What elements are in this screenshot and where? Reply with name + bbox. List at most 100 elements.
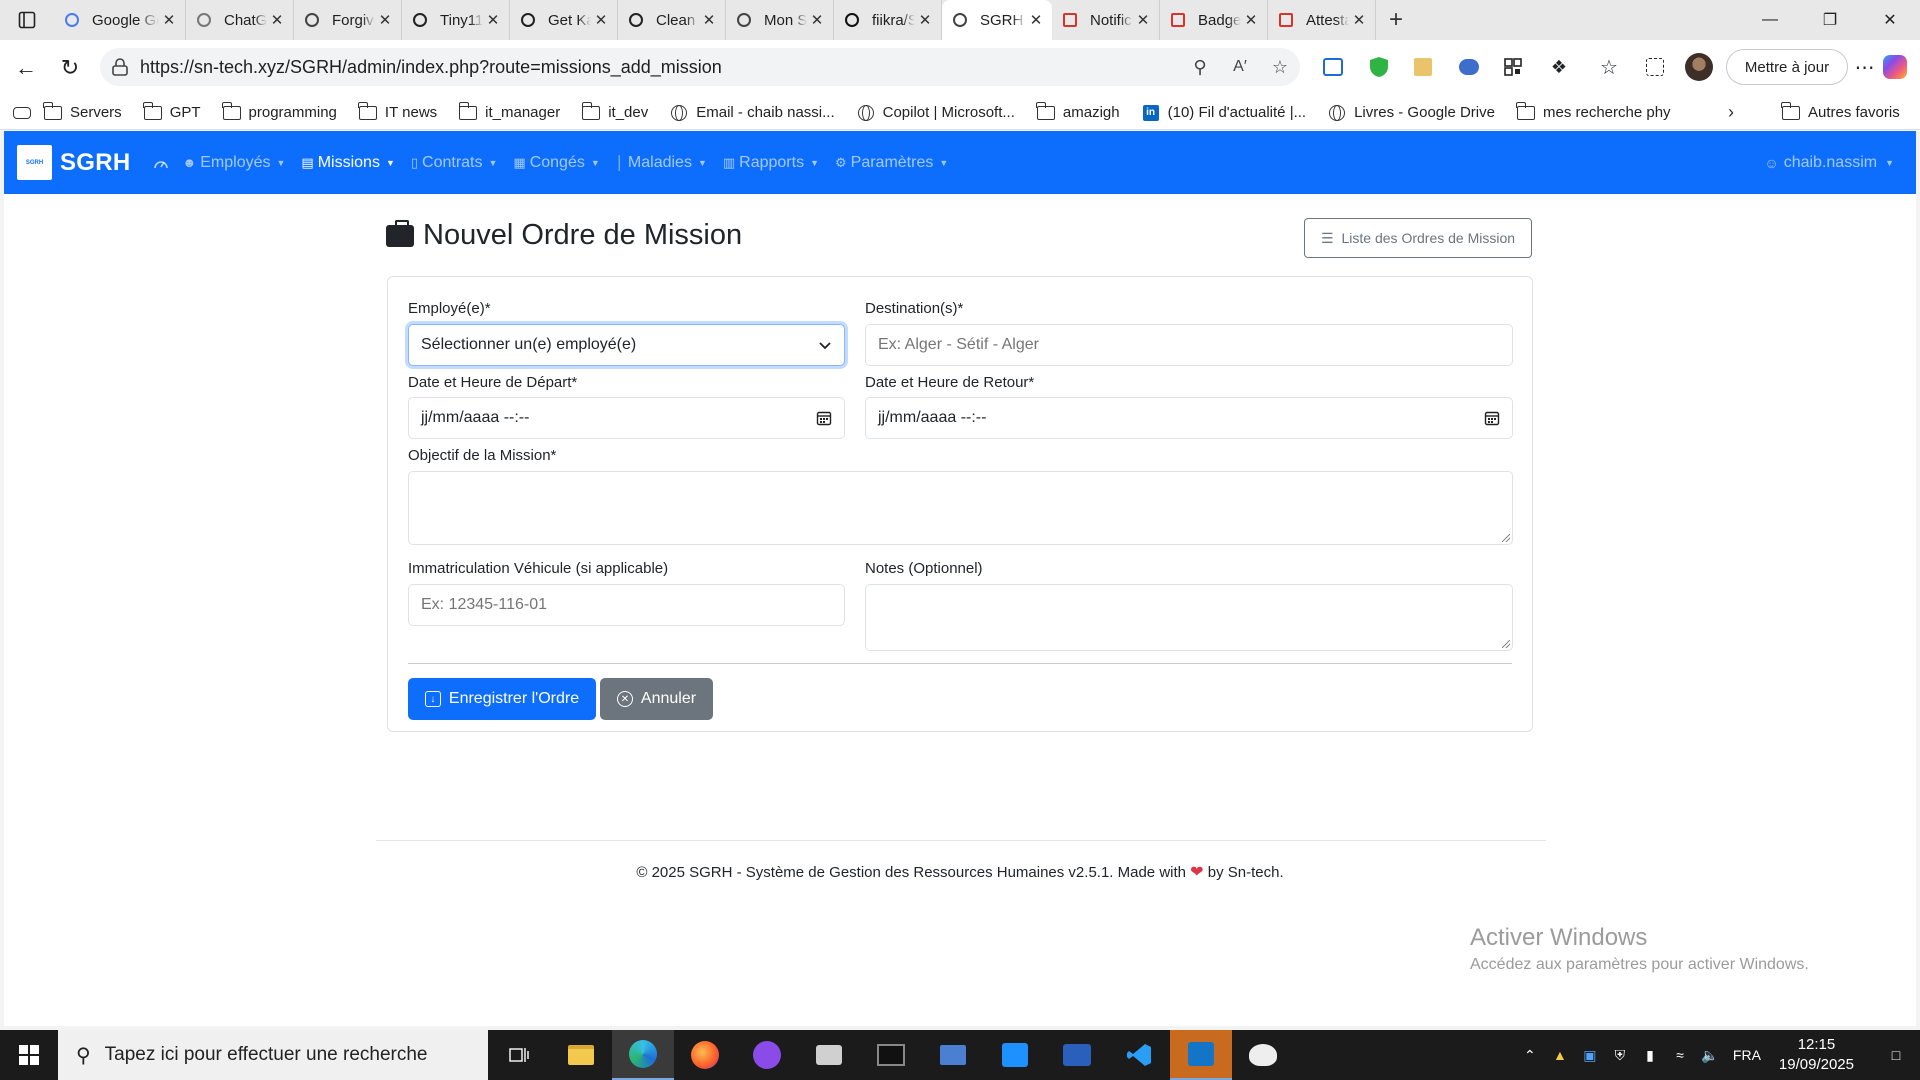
copilot-icon[interactable] bbox=[1880, 52, 1910, 82]
bookmark-item[interactable]: Email - chaib nassi... bbox=[670, 104, 835, 121]
browser-tab[interactable]: Badge d✕ bbox=[1160, 0, 1268, 40]
url-text[interactable]: https://sn-tech.xyz/SGRH/admin/index.php… bbox=[140, 57, 1180, 78]
extensions-puzzle-icon[interactable]: ❖ bbox=[1544, 52, 1574, 82]
update-button[interactable]: Mettre à jour bbox=[1726, 49, 1848, 85]
bookmark-item[interactable]: GPT bbox=[143, 101, 201, 121]
bookmark-item[interactable]: IT news bbox=[358, 101, 437, 121]
security-shield-icon[interactable]: ⛨ bbox=[1605, 1047, 1635, 1064]
return-datetime-input[interactable]: jj/mm/aaaa --:-- bbox=[865, 397, 1513, 439]
reload-button[interactable]: ↻ bbox=[48, 50, 92, 86]
nav-item-missions[interactable]: ▤ Missions ▼ bbox=[301, 154, 394, 172]
close-tab-icon[interactable]: ✕ bbox=[591, 11, 611, 29]
bookmark-item[interactable]: programming bbox=[221, 101, 337, 121]
vehicle-plate-input[interactable] bbox=[408, 584, 845, 626]
drive-sync-icon[interactable]: ▲ bbox=[1545, 1047, 1575, 1063]
tab-actions-button[interactable] bbox=[0, 0, 54, 40]
more-bookmarks-chevron-icon[interactable]: › bbox=[1728, 102, 1734, 123]
site-info-icon[interactable] bbox=[100, 58, 140, 76]
close-tab-icon[interactable]: ✕ bbox=[699, 11, 719, 29]
close-tab-icon[interactable]: ✕ bbox=[915, 11, 935, 29]
favorite-star-icon[interactable]: ☆ bbox=[1260, 57, 1300, 78]
start-button[interactable] bbox=[0, 1030, 58, 1080]
bookmark-item[interactable]: amazigh bbox=[1036, 101, 1120, 121]
close-tab-icon[interactable]: ✕ bbox=[483, 11, 503, 29]
zoom-icon[interactable]: ⚲ bbox=[1180, 57, 1220, 78]
firefox-icon[interactable] bbox=[674, 1030, 736, 1080]
browser-tab[interactable]: Google Gemini✕ bbox=[54, 0, 186, 40]
calendar-icon[interactable] bbox=[1484, 410, 1500, 426]
other-bookmarks[interactable]: Autres favoris bbox=[1781, 101, 1900, 121]
language-indicator[interactable]: FRA bbox=[1725, 1047, 1769, 1063]
close-tab-icon[interactable]: ✕ bbox=[1349, 11, 1369, 29]
extension-icon[interactable] bbox=[1318, 52, 1348, 82]
bookmark-item[interactable]: in (10) Fil d'actualité |... bbox=[1142, 104, 1306, 121]
close-tab-icon[interactable]: ✕ bbox=[1133, 11, 1153, 29]
browser-tab[interactable]: fiikra/SG✕ bbox=[834, 0, 942, 40]
mission-list-button[interactable]: ☰ Liste des Ordres de Mission bbox=[1304, 218, 1532, 258]
browser-tab[interactable]: Get Kali✕ bbox=[510, 0, 618, 40]
terminal-icon[interactable] bbox=[860, 1030, 922, 1080]
close-tab-icon[interactable]: ✕ bbox=[375, 11, 395, 29]
outlook-icon[interactable] bbox=[1170, 1030, 1232, 1080]
bookmark-item[interactable]: Copilot | Microsoft... bbox=[857, 104, 1015, 121]
back-button[interactable]: ← bbox=[4, 50, 48, 86]
database-extension-icon[interactable] bbox=[1454, 52, 1484, 82]
brand[interactable]: SGRH SGRH bbox=[17, 145, 131, 180]
restore-button[interactable]: ❐ bbox=[1800, 0, 1860, 40]
minimize-button[interactable]: — bbox=[1740, 0, 1800, 40]
departure-datetime-input[interactable]: jj/mm/aaaa --:-- bbox=[408, 397, 845, 439]
files-extension-icon[interactable] bbox=[1408, 52, 1438, 82]
transfer-app-icon[interactable] bbox=[984, 1030, 1046, 1080]
browser-tab[interactable]: ChatGPT✕ bbox=[186, 0, 294, 40]
task-view-icon[interactable] bbox=[488, 1030, 550, 1080]
edge-browser-icon[interactable] bbox=[612, 1030, 674, 1080]
nav-item-employes[interactable]: ☻ Employés ▼ bbox=[183, 154, 286, 172]
volume-icon[interactable]: 🔈 bbox=[1695, 1047, 1725, 1064]
bookmark-item[interactable]: it_manager bbox=[458, 101, 560, 121]
taskbar-search[interactable]: ⚲ Tapez ici pour effectuer une recherche bbox=[58, 1030, 488, 1080]
employee-select[interactable]: Sélectionner un(e) employé(e) bbox=[408, 324, 845, 366]
nav-item-parametres[interactable]: ⚙ Paramètres ▼ bbox=[835, 154, 948, 172]
save-order-button[interactable]: ↓ Enregistrer l'Ordre bbox=[408, 678, 596, 720]
objective-textarea[interactable] bbox=[408, 471, 1513, 545]
notes-textarea[interactable] bbox=[865, 584, 1513, 651]
printer-app-icon[interactable] bbox=[798, 1030, 860, 1080]
bookmark-item[interactable]: Livres - Google Drive bbox=[1328, 104, 1495, 121]
powershell-icon[interactable] bbox=[1046, 1030, 1108, 1080]
close-tab-icon[interactable]: ✕ bbox=[159, 11, 179, 29]
profile-avatar[interactable] bbox=[1684, 52, 1714, 82]
destination-input[interactable] bbox=[865, 324, 1513, 366]
sidebar-toggle-icon[interactable] bbox=[0, 106, 44, 119]
close-tab-icon[interactable]: ✕ bbox=[1241, 11, 1261, 29]
nav-item-contrats[interactable]: ▯ Contrats ▼ bbox=[411, 154, 498, 172]
close-window-button[interactable]: ✕ bbox=[1860, 0, 1920, 40]
bookmark-item[interactable]: it_dev bbox=[581, 101, 648, 121]
nav-item-maladies[interactable]: │ Maladies ▼ bbox=[616, 154, 707, 172]
file-explorer-icon[interactable] bbox=[550, 1030, 612, 1080]
remote-desktop-icon[interactable] bbox=[922, 1030, 984, 1080]
calendar-icon[interactable] bbox=[816, 410, 832, 426]
user-menu[interactable]: ☺ chaib.nassim ▼ bbox=[1764, 131, 1894, 194]
clock[interactable]: 12:15 19/09/2025 bbox=[1779, 1035, 1854, 1075]
github-desktop-icon[interactable] bbox=[736, 1030, 798, 1080]
close-tab-icon[interactable]: ✕ bbox=[1026, 11, 1046, 29]
notifications-icon[interactable]: □ bbox=[1872, 1047, 1920, 1063]
qr-extension-icon[interactable] bbox=[1498, 52, 1528, 82]
collections-icon[interactable] bbox=[1640, 52, 1670, 82]
menu-dots-icon[interactable]: ⋯ bbox=[1850, 52, 1880, 82]
browser-tab[interactable]: Clean SC✕ bbox=[618, 0, 726, 40]
browser-tab[interactable]: Mon SGI✕ bbox=[726, 0, 834, 40]
browser-tab[interactable]: SGRH - S✕ bbox=[942, 0, 1052, 40]
tray-app-icon[interactable]: ▣ bbox=[1575, 1047, 1605, 1064]
browser-tab[interactable]: Tiny11 :✕ bbox=[402, 0, 510, 40]
read-aloud-icon[interactable]: A′ bbox=[1220, 58, 1260, 76]
cancel-button[interactable]: ✕ Annuler bbox=[600, 678, 713, 720]
shield-extension-icon[interactable] bbox=[1364, 52, 1394, 82]
wifi-icon[interactable]: ≈ bbox=[1665, 1047, 1695, 1063]
browser-tab[interactable]: Notificat✕ bbox=[1052, 0, 1160, 40]
battery-icon[interactable]: ▮ bbox=[1635, 1047, 1665, 1064]
nav-item-rapports[interactable]: ▥ Rapports ▼ bbox=[723, 154, 819, 172]
paint-app-icon[interactable] bbox=[1232, 1030, 1294, 1080]
close-tab-icon[interactable]: ✕ bbox=[807, 11, 827, 29]
dashboard-nav[interactable] bbox=[153, 156, 169, 170]
